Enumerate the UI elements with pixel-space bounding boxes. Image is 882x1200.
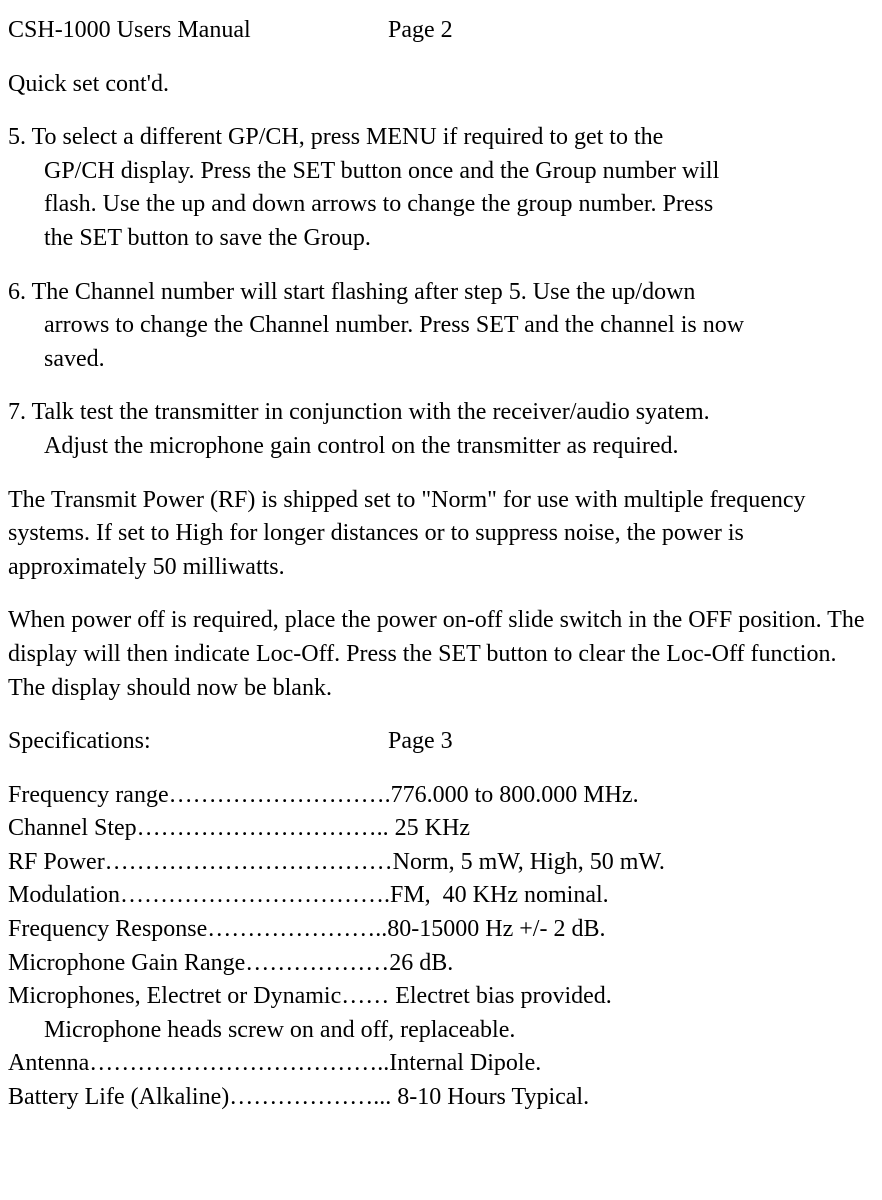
spec-channel-step: Channel Step………………………….. 25 KHz xyxy=(8,812,868,846)
step-text: the SET button to save the Group. xyxy=(8,222,868,256)
step-number: 5. xyxy=(8,124,26,150)
step-5: 5. To select a different GP/CH, press ME… xyxy=(8,121,868,255)
page-header: CSH-1000 Users Manual Page 2 xyxy=(8,14,868,48)
step-number: 6. xyxy=(8,279,26,305)
specs-header: Specifications: Page 3 xyxy=(8,725,868,759)
step-text: The Channel number will start flashing a… xyxy=(26,279,695,305)
spec-frequency-range: Frequency range……………………….776.000 to 800.… xyxy=(8,779,868,813)
step-7: 7. Talk test the transmitter in conjunct… xyxy=(8,396,868,463)
step-text: GP/CH display. Press the SET button once… xyxy=(8,155,868,189)
spec-frequency-response: Frequency Response…………………..80-15000 Hz +… xyxy=(8,913,868,947)
spec-mic-gain-range: Microphone Gain Range………………26 dB. xyxy=(8,947,868,981)
paragraph-power-off: When power off is required, place the po… xyxy=(8,604,868,705)
spec-mic-heads: Microphone heads screw on and off, repla… xyxy=(8,1014,868,1048)
section-heading: Quick set cont'd. xyxy=(8,68,868,102)
step-text: To select a different GP/CH, press MENU … xyxy=(26,124,663,150)
step-text: Adjust the microphone gain control on th… xyxy=(8,430,868,464)
spec-battery-life: Battery Life (Alkaline)………………... 8-10 Ho… xyxy=(8,1081,868,1115)
spec-microphones: Microphones, Electret or Dynamic…… Elect… xyxy=(8,980,868,1014)
manual-title: CSH-1000 Users Manual xyxy=(8,14,388,48)
spec-modulation: Modulation…………………………….FM, 40 KHz nominal… xyxy=(8,879,868,913)
spec-rf-power: RF Power………………………………Norm, 5 mW, High, 50… xyxy=(8,846,868,880)
step-text: saved. xyxy=(8,343,868,377)
page-number: Page 2 xyxy=(388,14,453,48)
step-text: flash. Use the up and down arrows to cha… xyxy=(8,188,868,222)
step-6: 6. The Channel number will start flashin… xyxy=(8,276,868,377)
specs-page: Page 3 xyxy=(388,725,453,759)
step-number: 7. xyxy=(8,399,26,425)
paragraph-transmit-power: The Transmit Power (RF) is shipped set t… xyxy=(8,484,868,585)
spec-antenna: Antenna………………………………..Internal Dipole. xyxy=(8,1047,868,1081)
step-text: arrows to change the Channel number. Pre… xyxy=(8,309,868,343)
specs-list: Frequency range……………………….776.000 to 800.… xyxy=(8,779,868,1115)
specs-title: Specifications: xyxy=(8,725,388,759)
step-text: Talk test the transmitter in conjunction… xyxy=(26,399,710,425)
